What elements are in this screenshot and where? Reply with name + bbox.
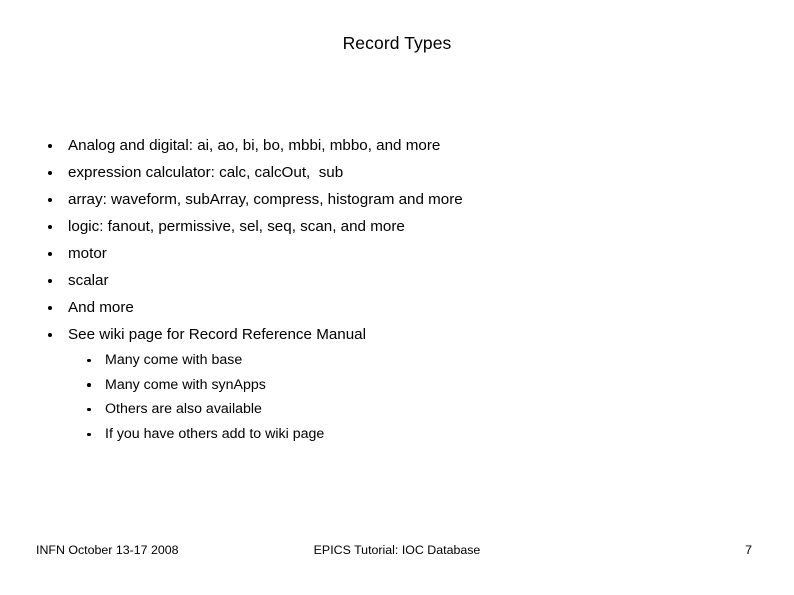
page-title: Record Types xyxy=(342,33,452,53)
list-item-label: Others are also available xyxy=(105,401,262,418)
footer-deck-title: EPICS Tutorial: IOC Database xyxy=(313,543,481,557)
footer-page-number: 7 xyxy=(745,543,752,557)
bullet-point-icon xyxy=(48,332,52,337)
list-item-label: Many come with synApps xyxy=(105,376,266,393)
list-item-label: Analog and digital: ai, ao, bi, bo, mbbi… xyxy=(68,137,441,154)
list-item: array: waveform, subArray, compress, his… xyxy=(0,186,794,213)
list-item-label: expression calculator: calc, calcOut, su… xyxy=(68,164,344,181)
bullet-point-icon xyxy=(48,170,52,175)
list-item: And more xyxy=(0,294,794,321)
list-item: scalar xyxy=(0,267,794,294)
list-item: motor xyxy=(0,240,794,267)
list-item: Many come with synApps xyxy=(0,373,794,398)
bullet-list: Analog and digital: ai, ao, bi, bo, mbbi… xyxy=(0,132,794,446)
list-item-label: Many come with base xyxy=(105,352,243,368)
list-item: expression calculator: calc, calcOut, su… xyxy=(0,159,794,186)
list-item-label: If you have others add to wiki page xyxy=(105,425,325,442)
bullet-point-icon xyxy=(48,197,52,202)
list-item-label: logic: fanout, permissive, sel, seq, sca… xyxy=(68,218,405,235)
bullet-point-icon xyxy=(48,143,52,148)
presentation-slide: Record Types Analog and digital: ai, ao,… xyxy=(0,0,794,595)
bullet-point-icon xyxy=(48,278,52,283)
list-item-label: And more xyxy=(68,299,134,316)
list-item-label: See wiki page for Record Reference Manua… xyxy=(68,326,367,343)
list-item: If you have others add to wiki page xyxy=(0,422,794,447)
bullet-point-icon xyxy=(48,224,52,229)
list-item: See wiki page for Record Reference Manua… xyxy=(0,321,794,348)
list-item-label: scalar xyxy=(68,272,109,289)
bullet-point-icon xyxy=(87,358,91,363)
bullet-point-icon xyxy=(48,251,52,256)
list-item: Analog and digital: ai, ao, bi, bo, mbbi… xyxy=(0,132,794,159)
bullet-point-icon xyxy=(48,305,52,310)
list-item: Others are also available xyxy=(0,397,794,422)
list-item: logic: fanout, permissive, sel, seq, sca… xyxy=(0,213,794,240)
list-item-label: array: waveform, subArray, compress, his… xyxy=(68,191,463,208)
bullet-point-icon xyxy=(87,407,91,412)
list-item-label: motor xyxy=(68,245,107,262)
list-item: Many come with base xyxy=(0,348,794,373)
slide-footer: INFN October 13-17 2008 EPICS Tutorial: … xyxy=(0,541,794,559)
bullet-point-icon xyxy=(87,383,91,387)
bullet-point-icon xyxy=(87,432,91,437)
